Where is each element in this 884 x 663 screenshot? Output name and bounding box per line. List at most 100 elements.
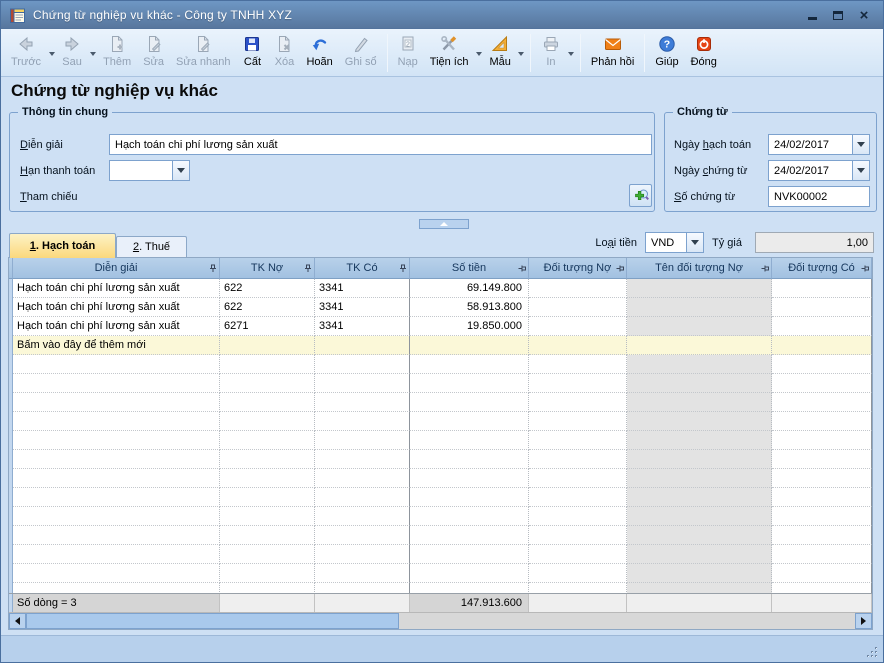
titlebar: Chứng từ nghiệp vụ khác - Công ty TNHH X… bbox=[1, 1, 883, 29]
tab-thue[interactable]: 2. Thuế bbox=[116, 236, 187, 257]
column-header-tk-no[interactable]: TK Nợ bbox=[220, 258, 315, 279]
maximize-button[interactable] bbox=[831, 8, 845, 22]
scroll-right-button[interactable] bbox=[855, 613, 872, 629]
toolbar-button-sua-nhanh[interactable]: Sửa nhanh bbox=[170, 31, 236, 75]
table-row[interactable] bbox=[9, 564, 872, 583]
column-header-dien-giai[interactable]: Diễn giải bbox=[13, 258, 220, 279]
chevron-down-icon[interactable] bbox=[47, 32, 56, 76]
column-header-so-tien[interactable]: Số tiền bbox=[410, 258, 529, 279]
horizontal-scrollbar[interactable] bbox=[9, 612, 872, 629]
table-row[interactable] bbox=[9, 393, 872, 412]
toolbar-button-sua[interactable]: Sửa bbox=[137, 31, 170, 75]
pin-icon[interactable] bbox=[518, 264, 526, 273]
tham-chieu-add-button[interactable] bbox=[629, 184, 652, 207]
pin-icon[interactable] bbox=[761, 264, 769, 273]
svg-text:2: 2 bbox=[406, 42, 410, 49]
chevron-down-icon[interactable] bbox=[686, 233, 703, 252]
loai-tien-combo[interactable]: VND bbox=[645, 232, 704, 253]
toolbar-button-hoan[interactable]: Hoãn bbox=[300, 31, 338, 75]
ngay-chung-tu-label: Ngày chứng từ bbox=[674, 165, 748, 177]
table-row[interactable] bbox=[9, 355, 872, 374]
ngay-chung-tu-date-picker[interactable]: 24/02/2017 bbox=[768, 160, 870, 181]
so-chung-tu-label: Số chứng từ bbox=[674, 191, 736, 203]
toolbar-button-giup[interactable]: ? Giúp bbox=[649, 31, 684, 75]
toolbar-button-mau[interactable]: Mẫu bbox=[484, 31, 517, 75]
toolbar-separator bbox=[644, 34, 646, 72]
window-title: Chứng từ nghiệp vụ khác - Công ty TNHH X… bbox=[33, 8, 293, 22]
chevron-down-icon[interactable] bbox=[172, 161, 189, 180]
tools-icon bbox=[441, 35, 457, 51]
so-chung-tu-input[interactable] bbox=[768, 186, 870, 207]
pin-icon[interactable] bbox=[616, 264, 624, 273]
splitter-handle[interactable] bbox=[419, 219, 469, 229]
toolbar-button-them[interactable]: Thêm bbox=[97, 31, 137, 75]
resize-grip[interactable] bbox=[864, 644, 879, 659]
total-amount: 147.913.600 bbox=[410, 594, 529, 612]
table-row[interactable] bbox=[9, 526, 872, 545]
page-edit-icon bbox=[148, 36, 161, 52]
scrollbar-thumb[interactable] bbox=[26, 613, 399, 629]
toolbar-separator bbox=[579, 34, 581, 72]
toolbar-button-nap[interactable]: 2 Nạp bbox=[392, 31, 424, 75]
floppy-icon bbox=[245, 37, 260, 51]
tham-chieu-label: Tham chiếu bbox=[20, 191, 78, 203]
table-row[interactable] bbox=[9, 412, 872, 431]
table-row[interactable]: Hạch toán chi phí lương sản xuất 6271 33… bbox=[9, 317, 872, 336]
table-row[interactable] bbox=[9, 507, 872, 526]
chevron-down-icon[interactable] bbox=[517, 32, 526, 76]
arrow-right-icon bbox=[861, 617, 866, 625]
general-info-legend: Thông tin chung bbox=[18, 106, 113, 118]
table-row[interactable] bbox=[9, 583, 872, 593]
toolbar-button-ghi-so[interactable]: Ghi sổ bbox=[339, 31, 383, 75]
table-row[interactable] bbox=[9, 545, 872, 564]
dien-giai-input[interactable] bbox=[109, 134, 652, 155]
envelope-icon bbox=[604, 38, 621, 50]
han-thanh-toan-combo[interactable] bbox=[109, 160, 190, 181]
han-thanh-toan-label: Hạn thanh toán bbox=[20, 165, 96, 177]
accounting-grid: Diễn giải TK Nợ TK Có Số tiền Đối tượng … bbox=[8, 257, 873, 630]
column-header-tk-co[interactable]: TK Có bbox=[315, 258, 410, 279]
ngay-hach-toan-date-picker[interactable]: 24/02/2017 bbox=[768, 134, 870, 155]
chevron-down-icon[interactable] bbox=[475, 32, 484, 76]
scroll-left-button[interactable] bbox=[9, 613, 26, 629]
close-button[interactable]: × bbox=[857, 7, 871, 24]
pin-icon[interactable] bbox=[399, 264, 407, 273]
chevron-down-icon[interactable] bbox=[567, 32, 576, 76]
column-header-doi-tuong-no[interactable]: Đối tượng Nợ bbox=[529, 258, 627, 279]
toolbar-button-xoa[interactable]: Xóa bbox=[268, 31, 300, 75]
power-icon bbox=[696, 37, 711, 51]
chevron-down-icon[interactable] bbox=[852, 161, 869, 180]
pencil-icon bbox=[354, 37, 368, 53]
toolbar-button-sau[interactable]: Sau bbox=[56, 31, 88, 75]
column-header-ten-doi-tuong-no[interactable]: Tên đối tượng Nợ bbox=[627, 258, 772, 279]
tab-hach-toan[interactable]: 1. Hạch toán bbox=[9, 233, 116, 258]
table-row[interactable] bbox=[9, 431, 872, 450]
pin-icon[interactable] bbox=[304, 264, 312, 273]
ngay-hach-toan-label: Ngày hạch toán bbox=[674, 139, 752, 151]
new-row-hint[interactable]: Bấm vào đây để thêm mới bbox=[9, 336, 872, 355]
column-header-doi-tuong-co[interactable]: Đối tượng Có bbox=[772, 258, 872, 279]
toolbar-button-tien-ich[interactable]: Tiện ích bbox=[424, 31, 475, 75]
set-square-icon bbox=[491, 35, 508, 51]
status-bar bbox=[1, 635, 883, 662]
table-row[interactable]: Hạch toán chi phí lương sản xuất 622 334… bbox=[9, 279, 872, 298]
table-row[interactable] bbox=[9, 450, 872, 469]
toolbar-button-cat[interactable]: Cất bbox=[236, 31, 268, 75]
chevron-down-icon[interactable] bbox=[852, 135, 869, 154]
table-row[interactable] bbox=[9, 488, 872, 507]
toolbar-button-dong[interactable]: Đóng bbox=[685, 31, 723, 75]
pin-icon[interactable] bbox=[209, 264, 217, 273]
table-row[interactable]: Hạch toán chi phí lương sản xuất 622 334… bbox=[9, 298, 872, 317]
toolbar-button-truoc[interactable]: Trước bbox=[5, 31, 47, 75]
table-row[interactable] bbox=[9, 374, 872, 393]
toolbar-button-phan-hoi[interactable]: Phản hồi bbox=[585, 31, 640, 75]
minimize-button[interactable] bbox=[805, 8, 819, 22]
row-count-summary: Số dòng = 3 bbox=[13, 594, 220, 612]
pin-icon[interactable] bbox=[861, 264, 869, 273]
chevron-down-icon[interactable] bbox=[88, 32, 97, 76]
toolbar-button-in[interactable]: In bbox=[535, 31, 567, 75]
table-row[interactable] bbox=[9, 469, 872, 488]
notepad-icon bbox=[10, 8, 25, 23]
undo-icon bbox=[312, 39, 326, 51]
add-search-icon bbox=[634, 189, 649, 200]
